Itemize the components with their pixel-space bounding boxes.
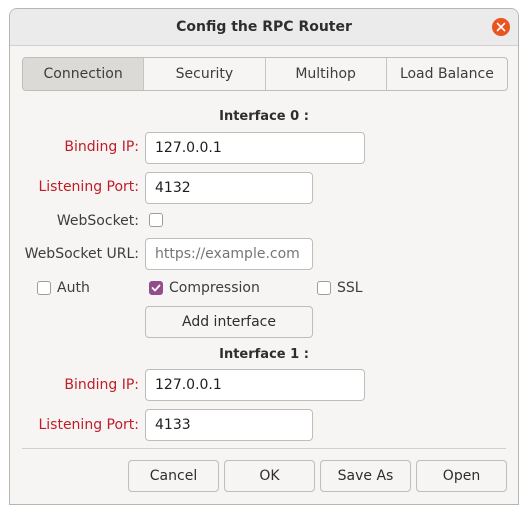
interface-0-heading: Interface 0 : (219, 109, 309, 124)
listening-port-label: Listening Port: (38, 179, 139, 195)
listening-port-input-1[interactable] (145, 409, 313, 441)
listening-port-label: Listening Port: (38, 417, 139, 433)
config-dialog: Config the RPC Router Connection Securit… (9, 8, 519, 505)
ssl-label: SSL (337, 280, 363, 296)
open-button[interactable]: Open (416, 460, 507, 492)
footer-separator (22, 448, 506, 449)
listening-port-input-0[interactable] (145, 172, 313, 204)
binding-ip-label: Binding IP: (64, 139, 139, 155)
ssl-checkbox[interactable] (317, 281, 331, 295)
close-icon (496, 22, 506, 32)
websocket-label: WebSocket: (56, 213, 139, 229)
auth-checkbox[interactable] (37, 281, 51, 295)
websocket-url-input[interactable] (145, 238, 313, 270)
tab-multihop[interactable]: Multihop (266, 58, 387, 90)
tab-security[interactable]: Security (144, 58, 266, 90)
tab-connection[interactable]: Connection (23, 58, 145, 90)
binding-ip-input-1[interactable] (145, 369, 365, 401)
add-interface-button[interactable]: Add interface (145, 306, 313, 338)
auth-label: Auth (57, 280, 90, 296)
tab-bar: Connection Security Multihop Load Balanc… (22, 57, 508, 91)
ok-button[interactable]: OK (224, 460, 315, 492)
checkmark-icon (151, 284, 161, 292)
save-as-button[interactable]: Save As (320, 460, 411, 492)
compression-checkbox[interactable] (149, 281, 163, 295)
websocket-checkbox[interactable] (149, 213, 163, 227)
title-bar: Config the RPC Router (10, 9, 518, 46)
tab-load-balance[interactable]: Load Balance (387, 58, 507, 90)
window-title: Config the RPC Router (176, 19, 352, 35)
binding-ip-input-0[interactable] (145, 132, 365, 164)
websocket-url-label: WebSocket URL: (24, 246, 139, 262)
cancel-button[interactable]: Cancel (128, 460, 219, 492)
close-button[interactable] (492, 18, 510, 36)
compression-label: Compression (169, 280, 260, 296)
binding-ip-label: Binding IP: (64, 377, 139, 393)
interface-1-heading: Interface 1 : (219, 347, 309, 362)
